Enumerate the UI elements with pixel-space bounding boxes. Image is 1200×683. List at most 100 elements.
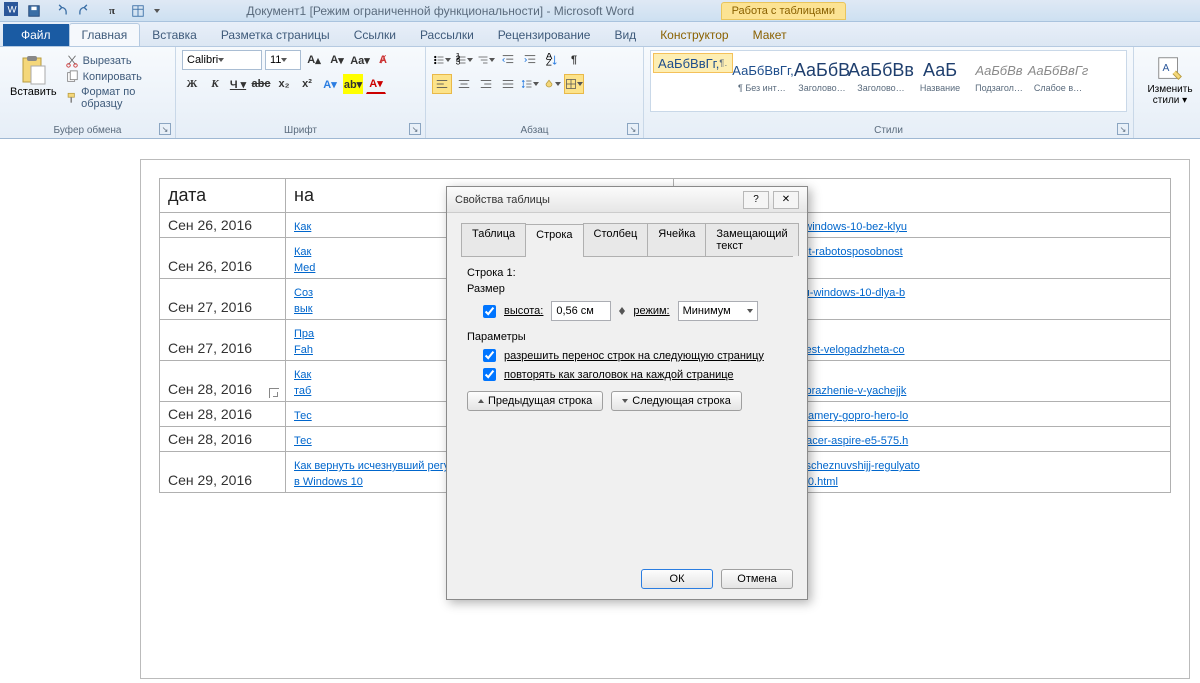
clear-format-icon[interactable]: Ⱥ xyxy=(373,50,393,70)
tab-layout[interactable]: Разметка страницы xyxy=(209,24,342,46)
bold-icon[interactable]: Ж xyxy=(182,74,202,94)
cut-label: Вырезать xyxy=(83,55,132,67)
change-case-icon[interactable]: Aa▾ xyxy=(350,50,370,70)
repeat-header-checkbox[interactable] xyxy=(483,368,496,381)
tab-mailings[interactable]: Рассылки xyxy=(408,24,486,46)
style-item[interactable]: АаБбВвПодзагол… xyxy=(970,53,1028,109)
help-button[interactable]: ? xyxy=(743,191,769,209)
numbering-icon[interactable]: 123 xyxy=(454,50,474,70)
show-marks-icon[interactable]: ¶ xyxy=(564,50,584,70)
tab-review[interactable]: Рецензирование xyxy=(486,24,603,46)
tab-insert[interactable]: Вставка xyxy=(140,24,209,46)
change-styles-button[interactable]: A Изменить стили ▾ xyxy=(1140,50,1200,110)
ok-button[interactable]: ОК xyxy=(641,569,713,589)
spin-down[interactable] xyxy=(619,311,625,315)
height-checkbox[interactable] xyxy=(483,305,496,318)
tab-view[interactable]: Вид xyxy=(602,24,648,46)
style-item[interactable]: АаБбВвГг,¶ Без инте… xyxy=(734,53,792,109)
cell-date[interactable]: Сен 27, 2016 xyxy=(160,279,286,320)
borders-icon[interactable] xyxy=(564,74,584,94)
cell-date[interactable]: Сен 29, 2016 xyxy=(160,452,286,493)
group-styles: АаБбВвГг,¶ ОбычныйАаБбВвГг,¶ Без инте…Аа… xyxy=(644,47,1134,138)
style-item[interactable]: АаБбВЗаголово… xyxy=(793,53,851,109)
multilevel-icon[interactable] xyxy=(476,50,496,70)
height-input[interactable] xyxy=(551,301,611,321)
mode-select[interactable]: Минимум xyxy=(678,301,758,321)
tab-home[interactable]: Главная xyxy=(69,23,141,46)
text-effects-icon[interactable]: A▾ xyxy=(320,74,340,94)
next-row-button[interactable]: Следующая строка xyxy=(611,391,742,411)
styles-gallery[interactable]: АаБбВвГг,¶ ОбычныйАаБбВвГг,¶ Без инте…Аа… xyxy=(650,50,1127,112)
allow-break-checkbox[interactable] xyxy=(483,349,496,362)
font-size-combo[interactable]: 11 xyxy=(265,50,301,70)
line-spacing-icon[interactable] xyxy=(520,74,540,94)
font-launcher[interactable]: ↘ xyxy=(409,123,421,135)
tab-table-layout[interactable]: Макет xyxy=(741,24,799,46)
group-label: Буфер обмена xyxy=(0,125,175,136)
bullets-icon[interactable] xyxy=(432,50,452,70)
shading-icon[interactable] xyxy=(542,74,562,94)
height-label: высота: xyxy=(504,305,543,317)
highlight-icon[interactable]: ab▾ xyxy=(343,74,363,94)
cell-date[interactable]: Сен 26, 2016 xyxy=(160,213,286,238)
tab-cell[interactable]: Ячейка xyxy=(647,223,706,256)
window-title: Документ1 [Режим ограниченной функционал… xyxy=(160,4,721,18)
style-item[interactable]: АаБбВвГгСлабое в… xyxy=(1029,53,1087,109)
col-date[interactable]: дата xyxy=(160,179,286,213)
cut-button[interactable]: Вырезать xyxy=(65,54,169,68)
paste-label: Вставить xyxy=(10,86,57,98)
para-launcher[interactable]: ↘ xyxy=(627,123,639,135)
cell-date[interactable]: Сен 28, 2016 xyxy=(160,361,286,402)
clipboard-launcher[interactable]: ↘ xyxy=(159,123,171,135)
table-icon[interactable] xyxy=(128,1,148,21)
cell-date[interactable]: Сен 28, 2016 xyxy=(160,427,286,452)
style-item[interactable]: АаБбВвЗаголово… xyxy=(852,53,910,109)
format-painter-button[interactable]: Формат по образцу xyxy=(65,86,169,110)
tab-table[interactable]: Таблица xyxy=(461,223,526,256)
group-label: Абзац xyxy=(426,125,643,136)
save-icon[interactable] xyxy=(24,1,44,21)
tab-row[interactable]: Строка xyxy=(525,224,583,257)
align-left-icon[interactable] xyxy=(432,74,452,94)
underline-icon[interactable]: Ч ▾ xyxy=(228,74,248,94)
paste-button[interactable]: Вставить xyxy=(6,50,61,110)
cell-date[interactable]: Сен 28, 2016 xyxy=(160,402,286,427)
tab-alt-text[interactable]: Замещающий текст xyxy=(705,223,798,256)
size-label: Размер xyxy=(467,283,787,295)
align-center-icon[interactable] xyxy=(454,74,474,94)
sort-icon[interactable]: AZ xyxy=(542,50,562,70)
tab-column[interactable]: Столбец xyxy=(583,223,649,256)
format-painter-label: Формат по образцу xyxy=(81,86,169,110)
tab-file[interactable]: Файл xyxy=(3,24,69,46)
grow-font-icon[interactable]: A▴ xyxy=(304,50,324,70)
tab-design[interactable]: Конструктор xyxy=(648,24,740,46)
dialog-titlebar[interactable]: Свойства таблицы ? ✕ xyxy=(447,187,807,213)
table-move-handle[interactable] xyxy=(269,388,279,398)
styles-launcher[interactable]: ↘ xyxy=(1117,123,1129,135)
prev-row-button[interactable]: Предыдущая строка xyxy=(467,391,603,411)
undo-icon[interactable] xyxy=(50,1,70,21)
superscript-icon[interactable]: x² xyxy=(297,74,317,94)
pi-icon[interactable]: π xyxy=(102,1,122,21)
cell-date[interactable]: Сен 26, 2016 xyxy=(160,238,286,279)
cancel-button[interactable]: Отмена xyxy=(721,569,793,589)
redo-icon[interactable] xyxy=(76,1,96,21)
font-color-icon[interactable]: A▾ xyxy=(366,74,386,94)
shrink-font-icon[interactable]: A▾ xyxy=(327,50,347,70)
svg-text:A: A xyxy=(1163,63,1170,74)
align-right-icon[interactable] xyxy=(476,74,496,94)
italic-icon[interactable]: К xyxy=(205,74,225,94)
copy-button[interactable]: Копировать xyxy=(65,70,169,84)
cell-date[interactable]: Сен 27, 2016 xyxy=(160,320,286,361)
style-preview: АаБбВвГг, xyxy=(738,57,788,83)
style-item[interactable]: АаБНазвание xyxy=(911,53,969,109)
decrease-indent-icon[interactable] xyxy=(498,50,518,70)
increase-indent-icon[interactable] xyxy=(520,50,540,70)
close-button[interactable]: ✕ xyxy=(773,191,799,209)
strike-icon[interactable]: abc xyxy=(251,74,271,94)
justify-icon[interactable] xyxy=(498,74,518,94)
subscript-icon[interactable]: x₂ xyxy=(274,74,294,94)
tab-references[interactable]: Ссылки xyxy=(342,24,408,46)
style-item[interactable]: АаБбВвГг,¶ Обычный xyxy=(653,53,733,73)
font-name-combo[interactable]: Calibri xyxy=(182,50,262,70)
